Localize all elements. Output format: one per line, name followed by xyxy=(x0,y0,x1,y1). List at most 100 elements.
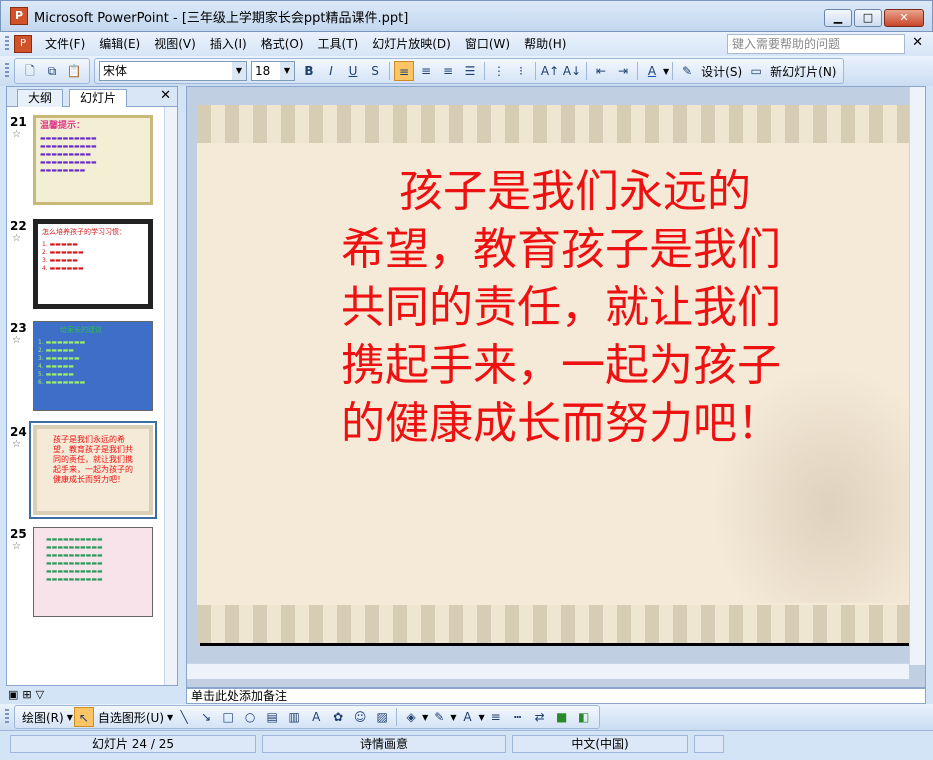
clipart-icon[interactable]: ☺ xyxy=(350,707,370,727)
chevron-down-icon[interactable]: ▼ xyxy=(422,713,428,722)
language-indicator: 中文(中国) xyxy=(512,735,688,753)
thumbnail-body: 孩子是我们永远的希望，教育孩子是我们共同的责任，就让我们携起手来，一起为孩子的健… xyxy=(53,435,133,484)
copy-icon[interactable]: ⧉ xyxy=(42,61,62,81)
diagram-icon[interactable]: ✿ xyxy=(328,707,348,727)
decrease-font-icon[interactable]: A↓ xyxy=(562,61,582,81)
menu-format[interactable]: 格式(O) xyxy=(254,33,311,55)
numbering-icon[interactable]: ⋮ xyxy=(489,61,509,81)
bold-button[interactable]: B xyxy=(299,61,319,81)
toolbar-grip[interactable] xyxy=(5,63,9,79)
chevron-down-icon[interactable]: ▼ xyxy=(232,62,246,80)
chevron-down-icon[interactable]: ▼ xyxy=(478,713,484,722)
menu-slideshow[interactable]: 幻灯片放映(D) xyxy=(365,33,458,55)
align-center-icon[interactable]: ≡ xyxy=(416,61,436,81)
wordart-icon[interactable]: A xyxy=(306,707,326,727)
bullets-icon[interactable]: ⁝ xyxy=(511,61,531,81)
tab-outline[interactable]: 大纲 xyxy=(17,89,64,107)
document-icon[interactable]: P xyxy=(14,35,32,53)
arrow-style-icon[interactable]: ⇄ xyxy=(530,707,550,727)
chevron-down-icon[interactable]: ▼ xyxy=(167,713,173,722)
font-size-select[interactable]: 18 ▼ xyxy=(251,61,295,81)
slide-sorter-icon[interactable]: ⊞ xyxy=(22,688,31,704)
chevron-down-icon[interactable]: ▼ xyxy=(280,62,294,80)
maximize-button[interactable]: □ xyxy=(854,9,882,27)
decrease-indent-icon[interactable]: ⇤ xyxy=(591,61,611,81)
3d-style-icon[interactable]: ◧ xyxy=(574,707,594,727)
chevron-down-icon[interactable]: ▼ xyxy=(450,713,456,722)
slide-vertical-scrollbar[interactable] xyxy=(909,87,925,665)
thumbnail-scrollbar[interactable] xyxy=(164,107,177,685)
select-pointer-icon[interactable]: ↖ xyxy=(73,707,94,727)
line-color-icon[interactable]: ✎ xyxy=(429,707,449,727)
arrow-icon[interactable]: ↘ xyxy=(196,707,216,727)
slide-thumbnail[interactable]: 怎么培养孩子的学习习惯： 1. ▬▬▬▬▬ 2. ▬▬▬▬▬▬ 3. ▬▬▬▬▬ 4.… xyxy=(33,219,153,309)
line-style-icon[interactable]: ≡ xyxy=(486,707,506,727)
vertical-textbox-icon[interactable]: ▥ xyxy=(284,707,304,727)
increase-indent-icon[interactable]: ⇥ xyxy=(613,61,633,81)
toolbar-grip[interactable] xyxy=(5,709,9,725)
toolbar-grip[interactable] xyxy=(5,36,9,52)
align-right-icon[interactable]: ≡ xyxy=(438,61,458,81)
slide-horizontal-scrollbar[interactable] xyxy=(187,663,909,679)
textbox-icon[interactable]: ▤ xyxy=(262,707,282,727)
justify-icon[interactable]: ☰ xyxy=(460,61,480,81)
font-color-icon[interactable]: A xyxy=(642,61,662,81)
rectangle-icon[interactable]: □ xyxy=(218,707,238,727)
menu-file[interactable]: 文件(F) xyxy=(38,33,92,55)
menu-help[interactable]: 帮助(H) xyxy=(517,33,573,55)
help-search-input[interactable]: 键入需要帮助的问题 xyxy=(727,34,905,54)
close-pane-icon[interactable]: ✕ xyxy=(160,88,171,103)
tab-slides[interactable]: 幻灯片 xyxy=(69,89,128,107)
italic-button[interactable]: I xyxy=(321,61,341,81)
oval-icon[interactable]: ○ xyxy=(240,707,260,727)
current-slide[interactable]: 孩子是我们永远的希望，教育孩子是我们共同的责任，就让我们携起手来，一起为孩子的健… xyxy=(197,105,909,643)
slide-number: 25 xyxy=(10,527,27,541)
thumbnail-body: 1. ▬▬▬▬▬▬▬ 2. ▬▬▬▬▬ 3. ▬▬▬▬▬▬ 4. ▬▬▬▬▬ 5. ▬▬… xyxy=(38,339,86,386)
normal-view-icon[interactable]: ▣ xyxy=(8,688,18,704)
close-window-button[interactable]: ✕ xyxy=(884,9,924,27)
shadow-button[interactable]: S xyxy=(365,61,385,81)
slideshow-icon[interactable]: ▽ xyxy=(36,688,44,704)
menu-window[interactable]: 窗口(W) xyxy=(458,33,517,55)
notes-pane[interactable]: 单击此处添加备注 xyxy=(186,688,926,704)
chevron-down-icon[interactable]: ▼ xyxy=(67,713,73,722)
slide-number: 21 xyxy=(10,115,27,129)
line-icon[interactable]: ╲ xyxy=(174,707,194,727)
underline-button[interactable]: U xyxy=(343,61,363,81)
thumbnail-title: 怎么培养孩子的学习习惯： xyxy=(42,228,126,236)
menu-tools[interactable]: 工具(T) xyxy=(311,33,366,55)
chevron-down-icon[interactable]: ▼ xyxy=(663,67,669,76)
slide-number: 23 xyxy=(10,321,27,335)
menu-view[interactable]: 视图(V) xyxy=(147,33,203,55)
slide-thumbnail[interactable]: 孩子是我们永远的希望，教育孩子是我们共同的责任，就让我们携起手来，一起为孩子的健… xyxy=(29,421,157,519)
thumbnail-title: 温馨提示： xyxy=(40,121,86,131)
design-icon[interactable]: ✎ xyxy=(677,61,697,81)
font-color-icon[interactable]: A xyxy=(457,707,477,727)
fill-color-icon[interactable]: ◈ xyxy=(401,707,421,727)
powerpoint-icon[interactable]: P xyxy=(10,7,28,25)
paste-icon[interactable]: 📋 xyxy=(64,61,84,81)
increase-font-icon[interactable]: A↑ xyxy=(540,61,560,81)
minimize-button[interactable]: ▁ xyxy=(824,9,852,27)
picture-icon[interactable]: ▨ xyxy=(372,707,392,727)
slide-thumbnail[interactable]: 给家长的建议 1. ▬▬▬▬▬▬▬ 2. ▬▬▬▬▬ 3. ▬▬▬▬▬▬ 4. ▬▬▬… xyxy=(33,321,153,411)
design-button[interactable]: 设计(S) xyxy=(701,63,742,80)
menu-insert[interactable]: 插入(I) xyxy=(203,33,254,55)
dash-style-icon[interactable]: ┅ xyxy=(508,707,528,727)
shadow-style-icon[interactable]: ■ xyxy=(552,707,572,727)
new-slide-button[interactable]: 新幻灯片(N) xyxy=(770,63,836,80)
status-empty-field xyxy=(694,735,724,753)
slide-thumbnail[interactable]: 温馨提示： ▬▬▬▬▬▬▬▬▬▬ ▬▬▬▬▬▬▬▬▬▬ ▬▬▬▬▬▬▬▬▬ ▬▬▬▬▬… xyxy=(33,115,153,205)
slide-body-text[interactable]: 孩子是我们永远的希望，教育孩子是我们共同的责任，就让我们携起手来，一起为孩子的健… xyxy=(341,163,781,453)
slide-number: 24 xyxy=(10,425,27,439)
font-name-select[interactable]: 宋体 ▼ xyxy=(99,61,247,81)
menu-edit[interactable]: 编辑(E) xyxy=(92,33,147,55)
new-slide-icon[interactable]: ▭ xyxy=(746,61,766,81)
close-document-icon[interactable]: ✕ xyxy=(912,35,923,50)
align-left-icon[interactable]: ≡ xyxy=(394,61,414,81)
new-document-icon[interactable]: 🗋 xyxy=(20,61,40,81)
standard-toolbar-group: 🗋 ⧉ 📋 xyxy=(14,58,90,84)
draw-menu-button[interactable]: 绘图(R) xyxy=(22,709,64,726)
autoshapes-button[interactable]: 自选图形(U) xyxy=(98,709,164,726)
slide-thumbnail[interactable]: ▬▬▬▬▬▬▬▬▬▬ ▬▬▬▬▬▬▬▬▬▬ ▬▬▬▬▬▬▬▬▬▬ ▬▬▬▬▬▬▬▬▬▬… xyxy=(33,527,153,617)
